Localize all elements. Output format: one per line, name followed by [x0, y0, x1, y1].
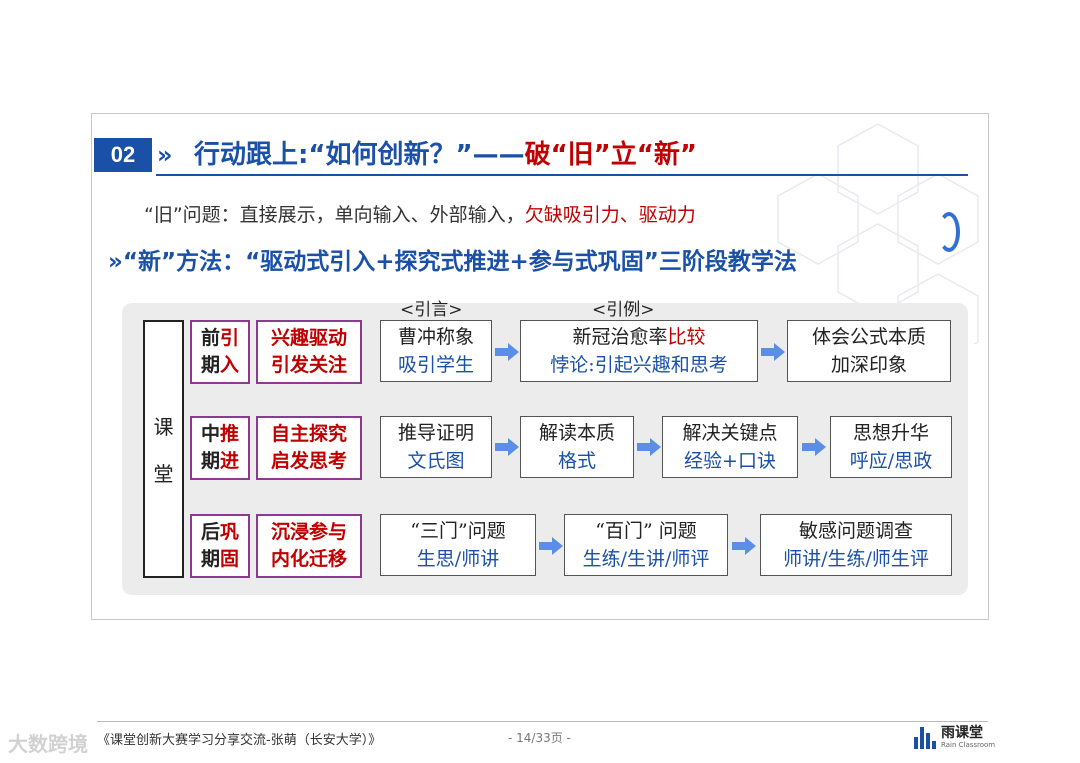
step-box: 解决关键点 经验+口诀 [662, 416, 798, 478]
phase-middle: 中推 期进 [190, 416, 250, 480]
title-part-2: 破“旧”立“新” [524, 140, 697, 170]
slide: 02 » 行动跟上:“如何创新？”——破“旧”立“新” “旧”问题：直接展示，单… [91, 113, 989, 620]
arrow-right-icon [539, 537, 563, 555]
watermark: 大数跨境 [8, 732, 88, 756]
step-box: “百门” 问题 生练/生讲/师评 [564, 514, 728, 576]
new-method-line: »“新”方法：“驱动式引入+探究式推进+参与式巩固”三阶段教学法 [108, 249, 797, 275]
rain-classroom-logo: 雨课堂 Rain Classroom [914, 726, 995, 749]
title-part-1: 行动跟上:“如何创新？”—— [194, 140, 525, 170]
goal-text: 自主探究 [270, 423, 347, 445]
footer-divider [97, 721, 988, 722]
phase-char: 巩 [220, 521, 240, 543]
step-box: 新冠治愈率比较 悖论:引起兴趣和思考 [520, 320, 758, 382]
step-main: 推导证明 [397, 422, 474, 444]
arrow-right-icon [761, 343, 785, 361]
phase-char: 期 [200, 354, 220, 376]
step-box: 敏感问题调查 师讲/生练/师生评 [760, 514, 952, 576]
logo-icon [914, 726, 936, 749]
step-sub: 经验+口诀 [684, 450, 776, 472]
arrow-right-icon [495, 438, 519, 456]
section-number: 02 [94, 138, 152, 172]
step-box: 曹冲称象 吸引学生 [380, 320, 492, 382]
phase-char: 固 [220, 548, 240, 570]
phase-char: 前 [200, 327, 220, 349]
old-problem-line: “旧”问题：直接展示，单向输入、外部输入，欠缺吸引力、驱动力 [144, 200, 696, 227]
logo-title: 雨课堂 [941, 725, 983, 741]
phase-char: 期 [200, 548, 220, 570]
intro-label: <引言> [400, 300, 463, 320]
goal-text: 引发关注 [270, 354, 347, 376]
step-main: 曹冲称象 [397, 326, 474, 348]
phase-char: 中 [200, 423, 220, 445]
classroom-label-1: 课 [153, 415, 174, 439]
phase-char: 引 [220, 327, 240, 349]
step-main: 解读本质 [538, 422, 615, 444]
step-main: “三门”问题 [410, 520, 506, 542]
step-box: 体会公式本质 加深印象 [787, 320, 951, 382]
step-sub: 生练/生讲/师评 [582, 548, 710, 570]
page-title: 行动跟上:“如何创新？”——破“旧”立“新” [194, 138, 697, 172]
teaching-diagram: 课 堂 <引言> <引例> 前引 期入 兴趣驱动 引发关注 曹冲称象 吸引学生 … [122, 300, 968, 595]
page-number: - 14/33页 - [508, 731, 571, 745]
phase-char: 推 [220, 423, 240, 445]
phase-char: 期 [200, 450, 220, 472]
step-sub: 吸引学生 [397, 354, 474, 376]
step-sub: 加深印象 [830, 354, 907, 376]
step-box: 解读本质 格式 [520, 416, 634, 478]
phase-early: 前引 期入 [190, 320, 250, 384]
logo-subtitle: Rain Classroom [941, 741, 996, 749]
goal-text: 启发思考 [270, 450, 347, 472]
step-box: 推导证明 文氏图 [380, 416, 492, 478]
old-problem-text: “旧”问题：直接展示，单向输入、外部输入， [144, 204, 525, 226]
phase-char: 入 [220, 354, 240, 376]
step-box: “三门”问题 生思/师讲 [380, 514, 536, 576]
classroom-label-2: 堂 [153, 462, 174, 486]
step-main: 体会公式本质 [811, 326, 926, 348]
title-bar: 02 » 行动跟上:“如何创新？”——破“旧”立“新” [94, 138, 968, 176]
old-problem-highlight: 欠缺吸引力、驱动力 [524, 204, 696, 226]
step-sub: 文氏图 [407, 450, 465, 472]
arrow-right-icon [732, 537, 756, 555]
goal-late: 沉浸参与 内化迁移 [256, 514, 362, 578]
title-underline [156, 174, 968, 176]
step-main: 新冠治愈率 [572, 326, 668, 348]
step-sub: 格式 [557, 450, 596, 472]
arrow-right-icon [495, 343, 519, 361]
step-main: “百门” 问题 [595, 520, 697, 542]
phase-late: 后巩 期固 [190, 514, 250, 578]
goal-early: 兴趣驱动 引发关注 [256, 320, 362, 384]
step-main: 解决关键点 [682, 422, 778, 444]
step-sub: 生思/师讲 [416, 548, 500, 570]
step-sub: 呼应/思政 [849, 450, 933, 472]
step-sub: 师讲/生练/师生评 [783, 548, 929, 570]
arrow-right-icon [802, 438, 826, 456]
step-main: 敏感问题调查 [798, 520, 913, 542]
example-label: <引例> [592, 300, 655, 320]
phase-char: 后 [200, 521, 220, 543]
classroom-box: 课 堂 [143, 320, 184, 578]
goal-text: 兴趣驱动 [270, 327, 347, 349]
goal-text: 沉浸参与 [270, 521, 347, 543]
goal-text: 内化迁移 [270, 548, 347, 570]
arrow-right-icon [637, 438, 661, 456]
chevron-right-icon: » [157, 141, 173, 169]
footer-title: 《课堂创新大赛学习分享交流-张萌（长安大学）》 [97, 733, 382, 748]
step-main-highlight: 比较 [667, 326, 706, 348]
step-main: 思想升华 [852, 422, 929, 444]
phase-char: 进 [220, 450, 240, 472]
arc-decoration [938, 212, 960, 252]
step-box: 思想升华 呼应/思政 [830, 416, 952, 478]
step-sub: 悖论:引起兴趣和思考 [550, 354, 728, 376]
goal-middle: 自主探究 启发思考 [256, 416, 362, 480]
